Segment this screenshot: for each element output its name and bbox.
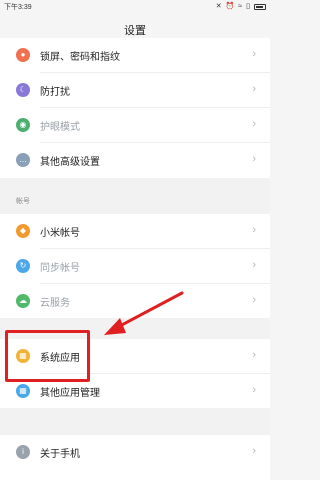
arrow-head bbox=[104, 318, 126, 335]
annotation-arrow bbox=[104, 291, 184, 335]
arrow-shaft bbox=[116, 291, 184, 329]
